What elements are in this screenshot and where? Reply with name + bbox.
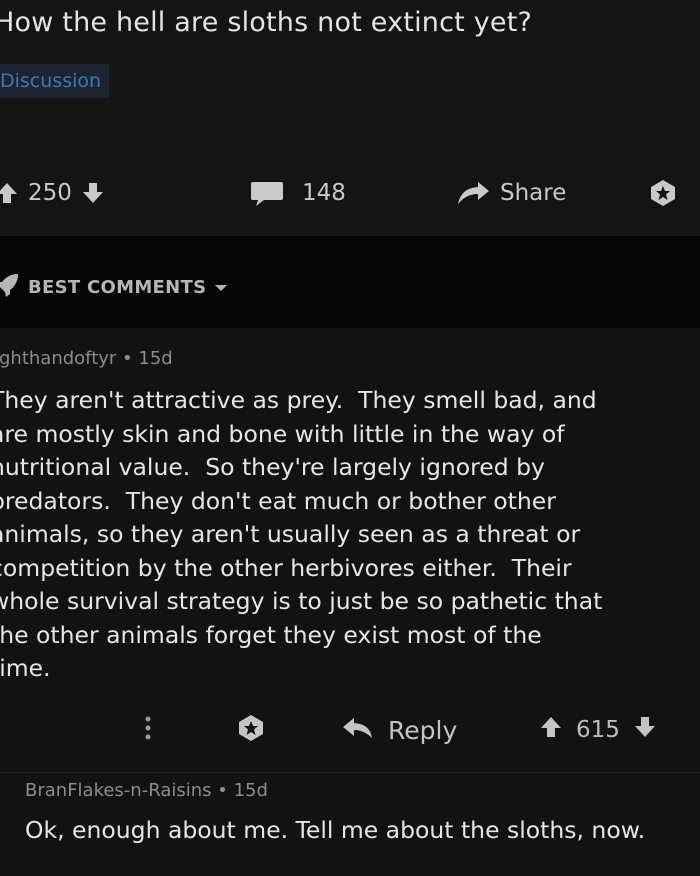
comment-age: 15d <box>233 780 268 801</box>
comment-author[interactable]: BranFlakes-n-Raisins <box>25 780 212 801</box>
arrow-up-icon[interactable] <box>0 182 18 204</box>
comment-meta: ighthandoftyr • 15d <box>0 348 173 369</box>
sort-dropdown[interactable]: BEST COMMENTS <box>0 272 228 302</box>
share-label: Share <box>500 180 567 206</box>
reply-arrow-icon <box>342 716 374 745</box>
comment-count: 148 <box>302 180 346 206</box>
post-flair[interactable]: Discussion <box>0 64 110 98</box>
sort-label: BEST COMMENTS <box>28 276 207 298</box>
bookmark-star-icon <box>648 178 678 208</box>
comment-meta: BranFlakes-n-Raisins • 15d <box>25 780 268 801</box>
comment-body: They aren't attractive as prey. They sme… <box>0 386 603 682</box>
speech-bubble-icon <box>250 180 284 206</box>
share-button[interactable]: Share <box>456 168 566 218</box>
comment-save-button[interactable] <box>236 705 266 755</box>
meta-separator: • <box>217 780 234 801</box>
post-header: How the hell are sloths not extinct yet?… <box>0 0 700 236</box>
meta-separator: • <box>122 348 139 369</box>
comment-score: 615 <box>576 717 620 743</box>
comments-button[interactable]: 148 <box>250 168 346 218</box>
post-score: 250 <box>28 180 72 206</box>
comment-vote-group: 615 <box>540 705 656 755</box>
comment-body: Ok, enough about me. Tell me about the s… <box>25 816 646 844</box>
vertical-dots-icon <box>140 713 156 747</box>
post-vote-group: 250 <box>0 168 104 218</box>
post-title[interactable]: How the hell are sloths not extinct yet? <box>0 7 532 38</box>
rocket-icon <box>0 272 20 302</box>
comment-age: 15d <box>138 348 173 369</box>
reply-button[interactable]: Reply <box>342 705 457 755</box>
caret-down-icon <box>214 278 228 297</box>
share-arrow-icon <box>456 181 490 205</box>
save-button[interactable] <box>648 168 678 218</box>
arrow-down-icon[interactable] <box>634 716 656 744</box>
bookmark-star-icon <box>236 713 266 747</box>
reply-label: Reply <box>388 715 458 745</box>
post-actions: 250 148 Share <box>0 168 700 218</box>
comment-author[interactable]: ighthandoftyr <box>0 348 116 369</box>
arrow-up-icon[interactable] <box>540 716 562 744</box>
comment-actions: Reply 615 <box>0 705 700 755</box>
more-options-button[interactable] <box>140 705 156 755</box>
arrow-down-icon[interactable] <box>82 182 104 204</box>
comment-divider <box>0 772 700 773</box>
